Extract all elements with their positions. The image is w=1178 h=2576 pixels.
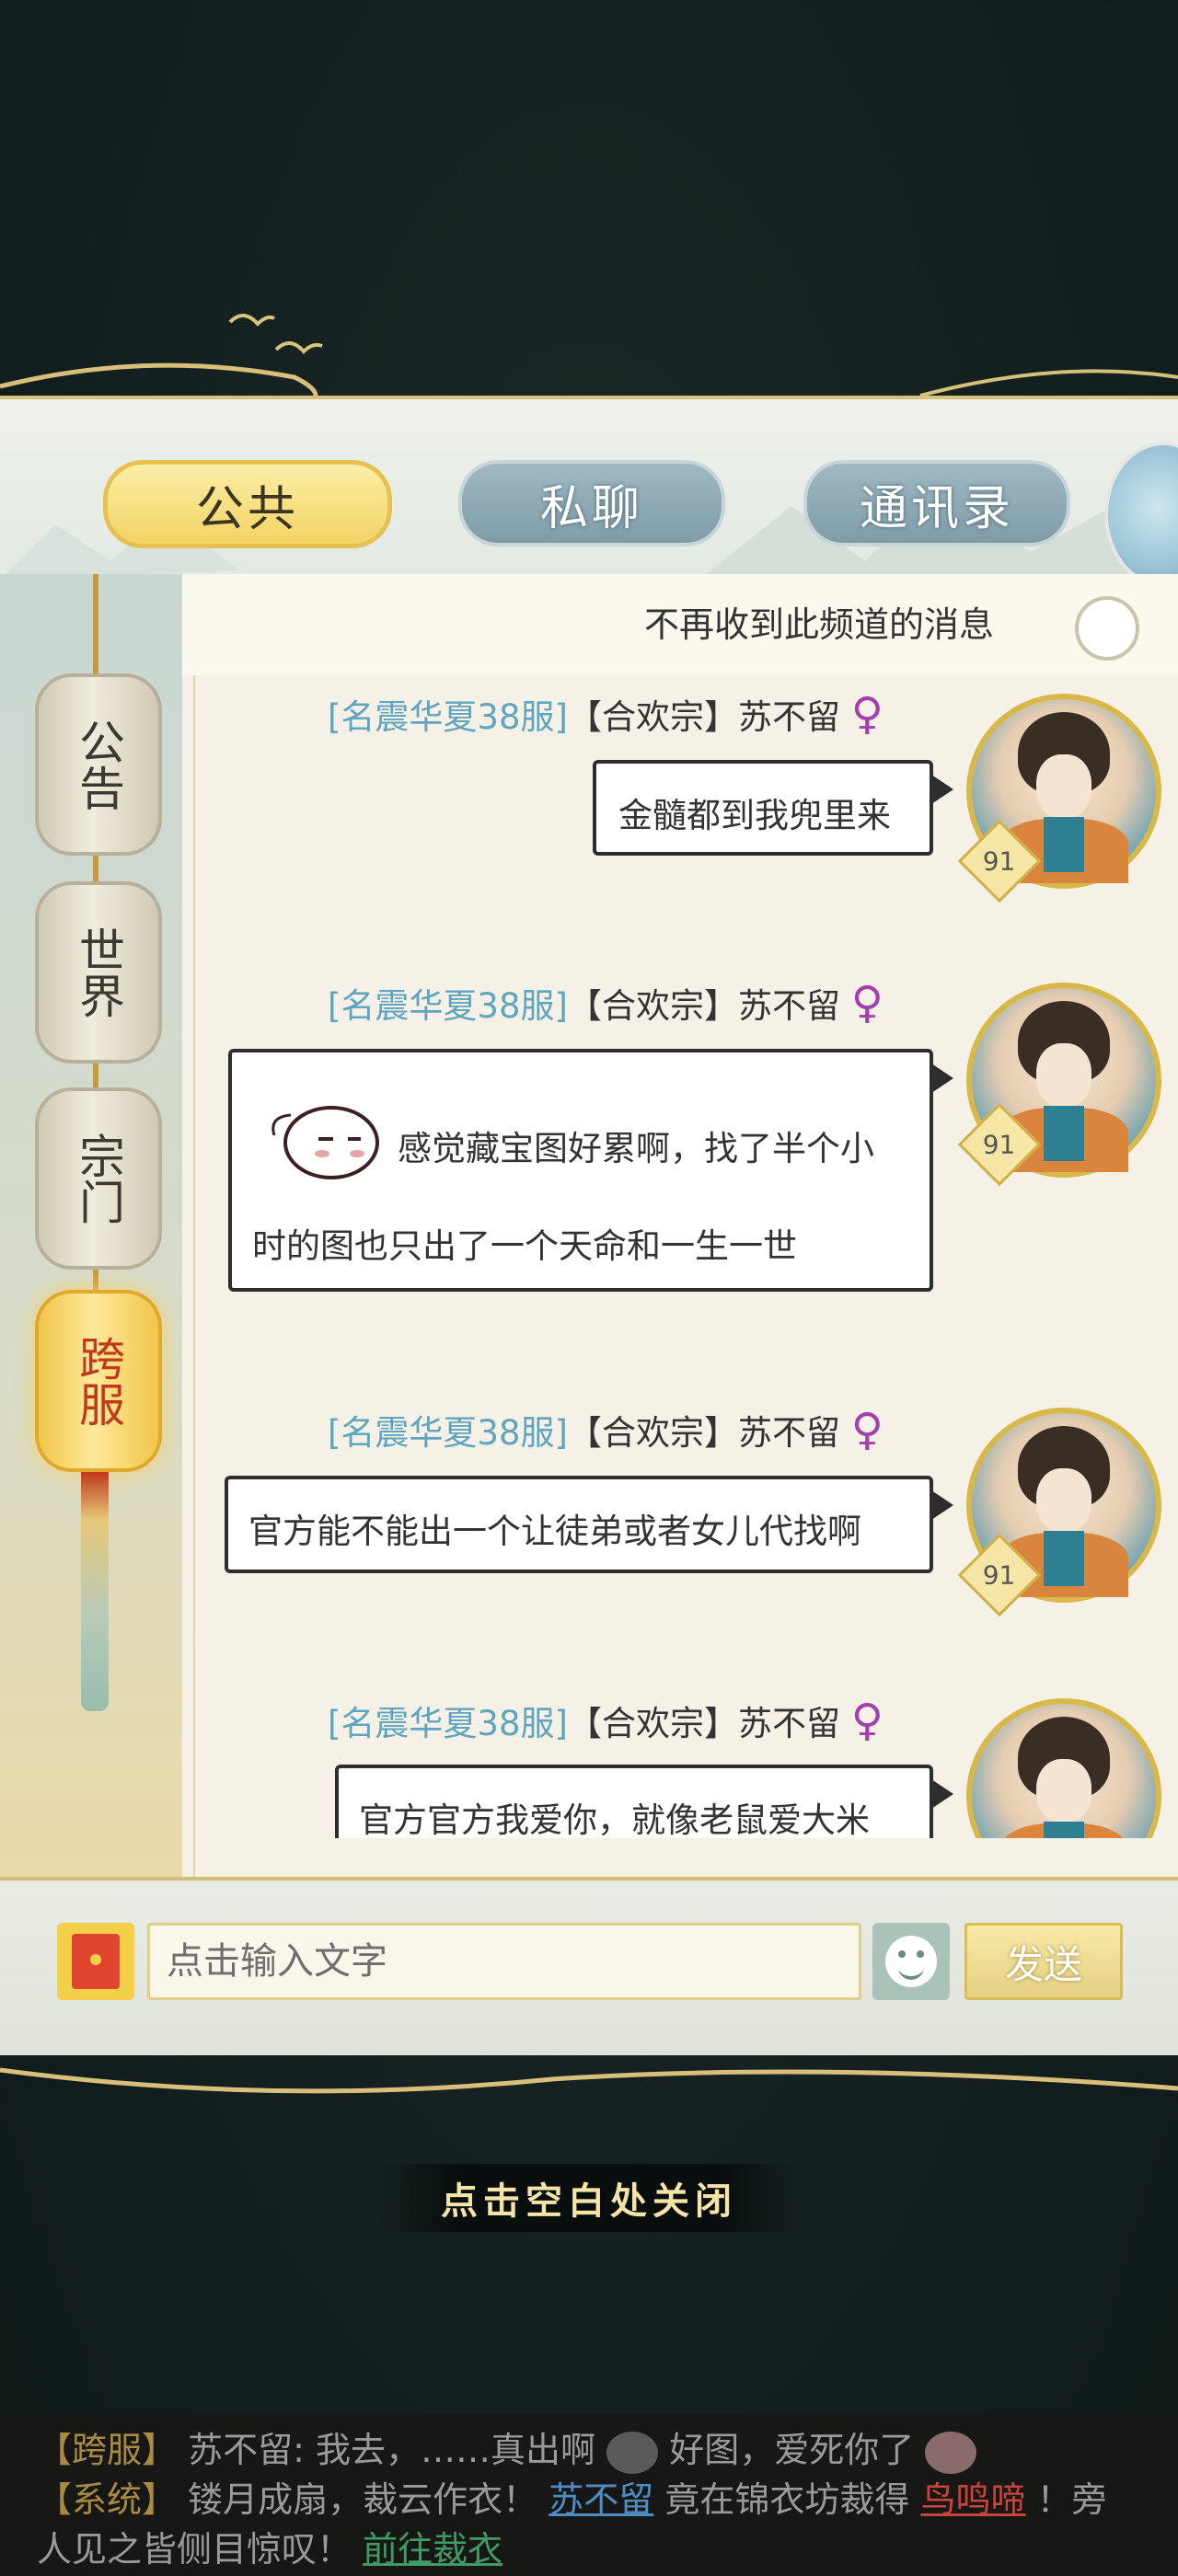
avatar-clip — [966, 1698, 1161, 1838]
red-packet-button[interactable] — [57, 1923, 134, 2000]
sender-name[interactable]: 苏不留 — [738, 986, 840, 1026]
message-text: 官方官方我爱你，就像老鼠爱大米 — [359, 1800, 870, 1838]
message-header: [名震华夏38服]【合欢宗】苏不留 ♀ — [328, 688, 884, 740]
channel-label: 公告 — [72, 719, 125, 811]
bubble-tail — [931, 1490, 953, 1520]
tab-private-chat[interactable]: 私聊 — [458, 460, 725, 546]
heart-eyes-icon — [925, 2431, 977, 2474]
sender-name[interactable]: 苏不留 — [738, 697, 840, 737]
tab-contacts[interactable]: 通讯录 — [803, 460, 1070, 546]
message-header: [名震华夏38服]【合欢宗】苏不留 ♀ — [328, 1404, 884, 1455]
message-bubble[interactable]: 感觉藏宝图好累啊，找了半个小 时的图也只出了一个天命和一生一世 — [228, 1049, 933, 1292]
server-name[interactable]: [名震华夏38服] — [328, 986, 568, 1026]
channel-tag: 【跨服】 — [37, 2430, 178, 2470]
level-value: 91 — [983, 845, 1016, 877]
ticker-text: 我去，……真出啊 — [316, 2430, 596, 2470]
channel-cross-server[interactable]: 跨服 — [35, 1290, 162, 1472]
bubble-tail — [931, 1064, 953, 1093]
message-header: [名震华夏38服]【合欢宗】苏不留 ♀ — [328, 977, 884, 1029]
sect-name: 【合欢宗】 — [567, 986, 738, 1026]
female-icon: ♀ — [850, 1404, 884, 1455]
ticker-text: 竟在锦衣坊裁得 — [664, 2479, 910, 2520]
sect-name: 【合欢宗】 — [567, 1413, 738, 1453]
message-text: 金髓都到我兜里来 — [618, 796, 891, 835]
ticker-text: ！旁 — [1036, 2479, 1107, 2520]
channel-announcement[interactable]: 公告 — [35, 673, 162, 856]
go-tailor-link[interactable]: 前往裁衣 — [363, 2529, 502, 2570]
mask-face-sticker — [271, 1106, 379, 1179]
sender-name[interactable]: 苏不留 — [738, 1413, 840, 1453]
sender-avatar[interactable] — [966, 1698, 1161, 1838]
chat-divider-line — [193, 675, 195, 1877]
sect-name: 【合欢宗】 — [567, 1704, 738, 1743]
ticker-speaker: 苏不留: — [188, 2430, 305, 2470]
message-header: [名震华夏38服]【合欢宗】苏不留 ♀ — [328, 1695, 884, 1746]
channel-world[interactable]: 世界 — [35, 881, 162, 1064]
tassel-decoration — [81, 1472, 109, 1711]
message-text: 时的图也只出了一个天命和一生一世 — [252, 1226, 797, 1266]
emoji-sticker-icon — [606, 2431, 659, 2474]
tab-public[interactable]: 公共 — [103, 460, 392, 548]
item-link[interactable]: 鸟鸣啼 — [920, 2479, 1025, 2520]
message-bubble[interactable]: 金髓都到我兜里来 — [593, 760, 933, 856]
mute-label: 不再收到此频道的消息 — [644, 604, 995, 645]
female-icon: ♀ — [850, 977, 884, 1029]
ticker-line: 人见之皆侧目惊叹！ 前往裁衣 — [37, 2521, 502, 2571]
bubble-tail — [931, 775, 953, 804]
mute-checkbox[interactable] — [1075, 596, 1139, 661]
ticker-text: 好图，爱死你了 — [669, 2430, 915, 2470]
channel-tag: 【系统】 — [37, 2479, 178, 2520]
server-name[interactable]: [名震华夏38服] — [328, 1704, 568, 1743]
close-hint[interactable]: 点击空白处关闭 — [377, 2164, 801, 2232]
channel-sect[interactable]: 宗门 — [35, 1087, 162, 1270]
cloud-decoration-bottom — [0, 2067, 1178, 2094]
server-name[interactable]: [名震华夏38服] — [328, 1413, 568, 1453]
message-bubble[interactable]: 官方官方我爱你，就像老鼠爱大米 — [335, 1765, 933, 1838]
bubble-tail — [931, 1779, 953, 1809]
ticker-line: 【跨服】 苏不留: 我去，……真出啊 好图，爱死你了 — [37, 2421, 977, 2474]
ticker-line: 【系统】 镂月成扇，裁云作衣！ 苏不留 竟在锦衣坊裁得 鸟鸣啼 ！旁 — [37, 2471, 1107, 2522]
ticker-text: 人见之皆侧目惊叹！ — [37, 2529, 352, 2570]
player-link[interactable]: 苏不留 — [549, 2479, 653, 2520]
send-button[interactable]: 发送 — [964, 1923, 1123, 2000]
channel-label: 宗门 — [72, 1133, 125, 1225]
female-icon: ♀ — [850, 688, 884, 740]
sect-name: 【合欢宗】 — [567, 697, 738, 737]
server-name[interactable]: [名震华夏38服] — [328, 697, 568, 737]
message-clip: 官方官方我爱你，就像老鼠爱大米 — [335, 1765, 933, 1838]
message-text: 感觉藏宝图好累啊，找了半个小 — [398, 1129, 874, 1168]
sender-name[interactable]: 苏不留 — [738, 1704, 840, 1743]
ticker-text: 镂月成扇，裁云作衣！ — [188, 2479, 538, 2520]
emoji-button[interactable] — [872, 1923, 950, 2000]
message-bubble[interactable]: 官方能不能出一个让徒弟或者女儿代找啊 — [225, 1476, 933, 1573]
message-text: 官方能不能出一个让徒弟或者女儿代找啊 — [248, 1512, 861, 1551]
female-icon: ♀ — [850, 1695, 884, 1746]
smiley-icon — [885, 1936, 937, 1987]
chat-input[interactable] — [147, 1923, 861, 2000]
channel-label: 世界 — [72, 926, 125, 1018]
level-value: 91 — [983, 1129, 1016, 1160]
level-value: 91 — [983, 1559, 1016, 1591]
channel-label: 跨服 — [72, 1335, 125, 1427]
